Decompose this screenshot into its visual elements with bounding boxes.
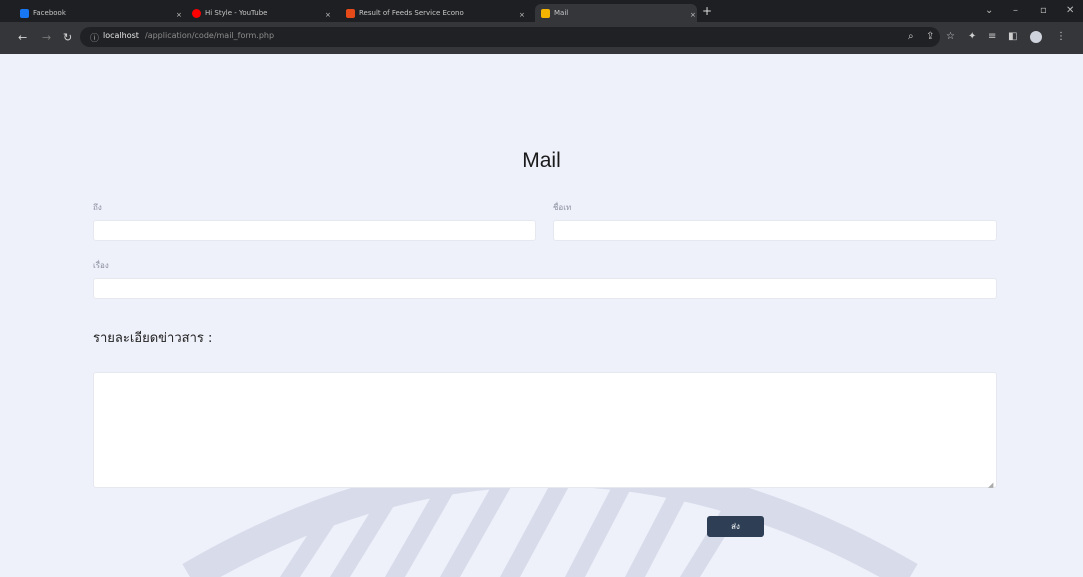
tab-mail[interactable]: Mail xyxy=(535,4,697,22)
tab-label: Result of Feeds Service Econo xyxy=(359,9,464,17)
extension-icon[interactable]: ✦ xyxy=(968,30,976,44)
back-icon[interactable]: ← xyxy=(18,31,27,45)
new-tab-icon[interactable]: + xyxy=(702,4,712,18)
tab-youtube[interactable]: Hi Style - YouTube xyxy=(192,4,267,22)
info-icon: ⓘ xyxy=(90,34,100,44)
side-panel-icon[interactable]: ◧ xyxy=(1008,30,1017,44)
page-icon xyxy=(346,8,355,18)
url-host: localhost xyxy=(103,31,139,40)
search-icon[interactable]: ⌕ xyxy=(908,30,914,44)
menu-icon[interactable]: ⋮ xyxy=(1056,30,1066,44)
url-path: /application/code/mail_form.php xyxy=(145,31,275,40)
close-window-icon[interactable]: ✕ xyxy=(1066,5,1074,16)
address-bar[interactable]: ⓘ localhost /application/code/mail_form.… xyxy=(80,27,940,47)
facebook-icon xyxy=(20,8,29,18)
maximize-icon[interactable]: ▫ xyxy=(1040,5,1047,16)
minimize-icon[interactable]: – xyxy=(1013,5,1018,16)
bookmark-star-icon[interactable]: ☆ xyxy=(946,30,955,44)
from-input[interactable] xyxy=(553,220,997,241)
tab-facebook[interactable]: Facebook xyxy=(20,4,66,22)
browser-tab-strip: Facebook × Hi Style - YouTube × Result o… xyxy=(0,0,1083,22)
tab-label: Facebook xyxy=(33,9,66,17)
chevron-down-icon[interactable]: ⌄ xyxy=(985,5,993,16)
forward-icon[interactable]: → xyxy=(42,31,51,45)
tab-label: Hi Style - YouTube xyxy=(205,9,268,17)
page-body: Mail ถึง ชื่อเท เรื่อง รายละเอียดข่าวสาร… xyxy=(0,54,1083,577)
browser-toolbar: ← → ↻ ⓘ localhost /application/code/mail… xyxy=(0,22,1083,54)
subject-label: เรื่อง xyxy=(93,261,109,270)
reload-icon[interactable]: ↻ xyxy=(63,31,72,45)
resize-handle-icon[interactable]: ◢ xyxy=(988,481,993,489)
submit-button[interactable]: ส่ง xyxy=(707,516,764,537)
youtube-icon xyxy=(192,8,201,18)
mail-icon xyxy=(541,8,550,18)
page-title: Mail xyxy=(522,149,561,172)
message-label: รายละเอียดข่าวสาร : xyxy=(93,331,213,346)
message-textarea[interactable] xyxy=(93,372,997,488)
tab-result[interactable]: Result of Feeds Service Econo xyxy=(346,4,464,22)
to-input[interactable] xyxy=(93,220,536,241)
share-icon[interactable]: ⇪ xyxy=(926,30,934,44)
subject-input[interactable] xyxy=(93,278,997,299)
to-label: ถึง xyxy=(93,203,102,212)
tab-label: Mail xyxy=(554,9,569,17)
reading-list-icon[interactable]: ≡ xyxy=(988,30,996,44)
from-label: ชื่อเท xyxy=(553,203,572,212)
profile-avatar[interactable] xyxy=(1030,31,1042,43)
